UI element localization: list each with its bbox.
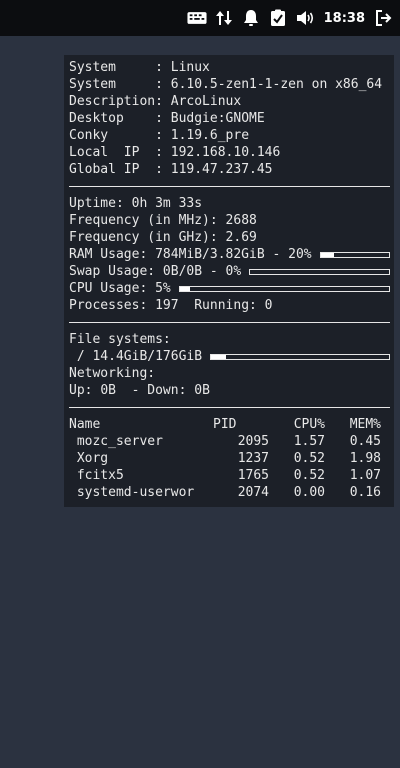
system-info-section: System : Linux System : 6.10.5-zen1-1-ze… xyxy=(69,59,390,178)
data-transfer-icon[interactable] xyxy=(214,8,234,28)
keyboard-input-icon[interactable] xyxy=(187,8,207,28)
table-row: fcitx5 1765 0.52 1.07 xyxy=(69,468,381,483)
cpu-row: CPU Usage: 5% xyxy=(69,280,390,297)
table-row: Xorg 1237 0.52 1.98 xyxy=(69,451,381,466)
logout-icon[interactable] xyxy=(374,8,394,28)
process-table-header: Name PID CPU% MEM% xyxy=(69,416,390,433)
processes-row: Processes: 197 Running: 0 xyxy=(69,298,273,313)
top-panel: 18:38 xyxy=(0,0,400,36)
cpu-usage-fill xyxy=(179,286,191,291)
info-row-system: System : Linux xyxy=(69,60,210,75)
cpu-usage-bar xyxy=(178,285,390,292)
stats-section: Uptime: 0h 3m 33s Frequency (in MHz): 26… xyxy=(69,195,390,314)
uptime-row: Uptime: 0h 3m 33s xyxy=(69,196,203,211)
info-row-global-ip: Global IP : 119.47.237.45 xyxy=(69,162,273,177)
root-fs-row: / 14.4GiB/176GiB xyxy=(69,348,390,365)
root-fs-fill xyxy=(211,354,226,359)
divider xyxy=(69,407,390,408)
filesystems-title: File systems: xyxy=(69,332,171,347)
notification-bell-icon[interactable] xyxy=(241,8,261,28)
swap-row: Swap Usage: 0B/0B - 0% xyxy=(69,263,390,280)
table-row: mozc_server 2095 1.57 0.45 xyxy=(69,434,381,449)
network-row: Up: 0B - Down: 0B xyxy=(69,383,210,398)
clipboard-check-icon[interactable] xyxy=(268,8,288,28)
process-table: Name PID CPU% MEM% mozc_server 2095 1.57… xyxy=(69,416,390,501)
root-fs-bar xyxy=(210,353,390,360)
info-row-kernel: System : 6.10.5-zen1-1-zen on x86_64 xyxy=(69,77,383,92)
networking-title: Networking: xyxy=(69,366,156,381)
freq-ghz-row: Frequency (in GHz): 2.69 xyxy=(69,230,257,245)
ram-usage-bar xyxy=(319,251,390,258)
filesystems-section: File systems: / 14.4GiB/176GiB Networkin… xyxy=(69,331,390,399)
clock[interactable]: 18:38 xyxy=(324,11,365,26)
divider xyxy=(69,186,390,187)
conky-panel: System : Linux System : 6.10.5-zen1-1-ze… xyxy=(64,55,394,507)
info-row-desktop: Desktop : Budgie:GNOME xyxy=(69,111,265,126)
system-tray: 18:38 xyxy=(187,7,394,29)
table-row: systemd-userwor 2074 0.00 0.16 xyxy=(69,485,381,500)
volume-icon[interactable] xyxy=(295,8,315,28)
ram-row: RAM Usage: 784MiB/3.82GiB - 20% xyxy=(69,246,390,263)
divider xyxy=(69,322,390,323)
swap-usage-bar xyxy=(249,268,390,275)
info-row-description: Description: ArcoLinux xyxy=(69,94,242,109)
info-row-conky: Conky : 1.19.6_pre xyxy=(69,128,250,143)
ram-usage-fill xyxy=(320,252,335,257)
info-row-local-ip: Local IP : 192.168.10.146 xyxy=(69,145,281,160)
header-cpu: CPU% xyxy=(293,417,325,432)
header-name: Name xyxy=(69,417,101,432)
freq-mhz-row: Frequency (in MHz): 2688 xyxy=(69,213,257,228)
header-pid: PID xyxy=(213,417,237,432)
header-mem: MEM% xyxy=(349,417,381,432)
